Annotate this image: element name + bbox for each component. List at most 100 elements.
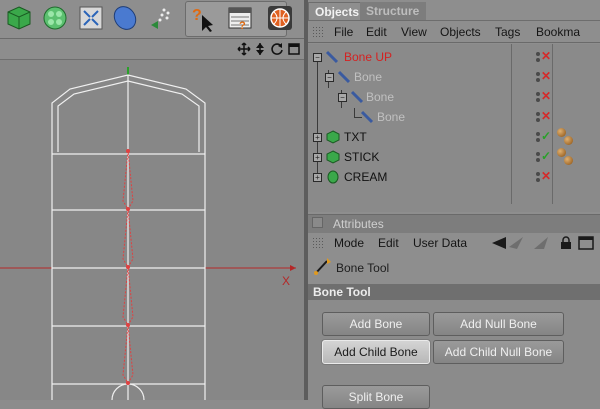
object-row-bone-up[interactable]: − Bone UP ✕ <box>308 47 600 67</box>
menu-view[interactable]: View <box>401 22 427 42</box>
object-row-bone[interactable]: Bone ✕ <box>308 107 600 127</box>
mesh-wireframe <box>51 74 206 400</box>
add-child-null-bone-button[interactable]: Add Child Null Bone <box>433 340 564 364</box>
collapse-icon[interactable]: − <box>338 93 347 102</box>
tab-divider <box>308 20 600 21</box>
expand-icon[interactable]: + <box>313 133 322 142</box>
disabled-x-icon[interactable]: ✕ <box>541 49 551 63</box>
object-menubar: File Edit View Objects Tags Bookma <box>308 22 600 42</box>
visibility-dot[interactable] <box>536 172 540 176</box>
viewport-canvas[interactable] <box>0 39 304 400</box>
disabled-x-icon[interactable]: ✕ <box>541 69 551 83</box>
tag-icon[interactable] <box>557 148 566 157</box>
object-row-cream[interactable]: + CREAM ✕ <box>308 167 600 187</box>
object-name: Bone <box>354 70 383 84</box>
bone-icon <box>325 50 339 64</box>
rotate-view-icon[interactable] <box>270 42 284 56</box>
x-axis-arrow <box>290 265 296 271</box>
bone-icon <box>337 70 351 84</box>
svg-text:?: ? <box>192 7 202 24</box>
add-child-bone-button[interactable]: Add Child Bone <box>322 340 430 364</box>
object-name: STICK <box>344 150 380 164</box>
lock-icon[interactable] <box>560 236 572 250</box>
visibility-dot[interactable] <box>536 78 540 82</box>
subdivision-icon[interactable] <box>40 3 70 33</box>
disabled-x-icon[interactable]: ✕ <box>541 109 551 123</box>
generator-icon[interactable] <box>110 3 140 33</box>
visibility-dot[interactable] <box>536 98 540 102</box>
visibility-dot[interactable] <box>536 158 540 162</box>
visibility-dot[interactable] <box>536 132 540 136</box>
tag-icon[interactable] <box>564 136 573 145</box>
render-settings-icon[interactable]: ? <box>225 3 255 33</box>
visibility-dot[interactable] <box>536 72 540 76</box>
object-row-stick[interactable]: + STICK ✓ <box>308 147 600 167</box>
object-name: Bone <box>377 110 406 124</box>
particle-icon[interactable] <box>146 3 176 33</box>
menu-edit[interactable]: Edit <box>366 22 387 42</box>
menu-user-data[interactable]: User Data <box>413 233 467 253</box>
null-object-icon <box>326 150 340 164</box>
menu-edit[interactable]: Edit <box>378 233 399 253</box>
visibility-dot[interactable] <box>536 52 540 56</box>
collapse-icon[interactable]: − <box>325 73 334 82</box>
grip-icon[interactable] <box>312 26 324 38</box>
forward-arrow-icon[interactable] <box>534 237 548 249</box>
back-arrow-icon[interactable] <box>492 237 506 249</box>
deformer-icon[interactable] <box>76 3 106 33</box>
new-window-icon[interactable] <box>578 236 594 250</box>
object-row-txt[interactable]: + TXT ✓ <box>308 127 600 147</box>
bone-icon <box>350 90 364 104</box>
add-null-bone-button[interactable]: Add Null Bone <box>433 312 564 336</box>
render-icon[interactable] <box>265 3 295 33</box>
visibility-dot[interactable] <box>536 118 540 122</box>
expand-icon[interactable]: + <box>313 153 322 162</box>
svg-text:?: ? <box>239 20 246 32</box>
visibility-dot[interactable] <box>536 92 540 96</box>
disabled-x-icon[interactable]: ✕ <box>541 169 551 183</box>
object-row-bone[interactable]: − Bone ✕ <box>308 87 600 107</box>
object-row-bone[interactable]: − Bone ✕ <box>308 67 600 87</box>
collapse-icon[interactable]: − <box>313 53 322 62</box>
attributes-tab-checkbox[interactable] <box>312 217 323 228</box>
help-pointer-icon[interactable]: ? <box>188 3 218 33</box>
visibility-dot[interactable] <box>536 152 540 156</box>
visibility-dot[interactable] <box>536 178 540 182</box>
menu-file[interactable]: File <box>334 22 353 42</box>
tag-icon[interactable] <box>557 128 566 137</box>
visibility-dot[interactable] <box>536 112 540 116</box>
lathe-object-icon <box>327 170 339 184</box>
split-bone-button[interactable]: Split Bone <box>322 385 430 409</box>
enabled-check-icon[interactable]: ✓ <box>541 129 551 143</box>
expand-icon[interactable]: + <box>313 173 322 182</box>
bone-tool-icon <box>314 258 331 275</box>
tab-attributes[interactable]: Attributes <box>333 217 384 231</box>
object-name: Bone UP <box>344 50 393 64</box>
move-view-icon[interactable] <box>237 42 251 56</box>
grip-icon[interactable] <box>312 237 324 249</box>
menu-divider <box>308 42 600 43</box>
visibility-dot[interactable] <box>536 138 540 142</box>
tab-structure[interactable]: Structure <box>360 2 426 20</box>
tool-name: Bone Tool <box>336 261 390 275</box>
3d-viewport[interactable]: X <box>0 39 304 400</box>
menu-objects[interactable]: Objects <box>440 22 481 42</box>
zoom-view-icon[interactable] <box>253 42 267 56</box>
main-toolbar: ? ? <box>0 0 305 39</box>
tag-icon[interactable] <box>564 156 573 165</box>
add-bone-button[interactable]: Add Bone <box>322 312 430 336</box>
disabled-x-icon[interactable]: ✕ <box>541 89 551 103</box>
menu-tags[interactable]: Tags <box>495 22 520 42</box>
menu-mode[interactable]: Mode <box>334 233 364 253</box>
bone-icon <box>360 110 374 124</box>
object-name: TXT <box>344 130 367 144</box>
object-name: CREAM <box>344 170 388 184</box>
visibility-dot[interactable] <box>536 58 540 62</box>
menu-bookmarks[interactable]: Bookma <box>536 22 580 42</box>
enabled-check-icon[interactable]: ✓ <box>541 149 551 163</box>
up-arrow-icon[interactable] <box>509 237 523 249</box>
section-title: Bone Tool <box>313 285 371 299</box>
cube-icon[interactable] <box>4 3 34 33</box>
maximize-view-icon[interactable] <box>287 42 301 56</box>
x-axis-label: X <box>282 274 291 288</box>
